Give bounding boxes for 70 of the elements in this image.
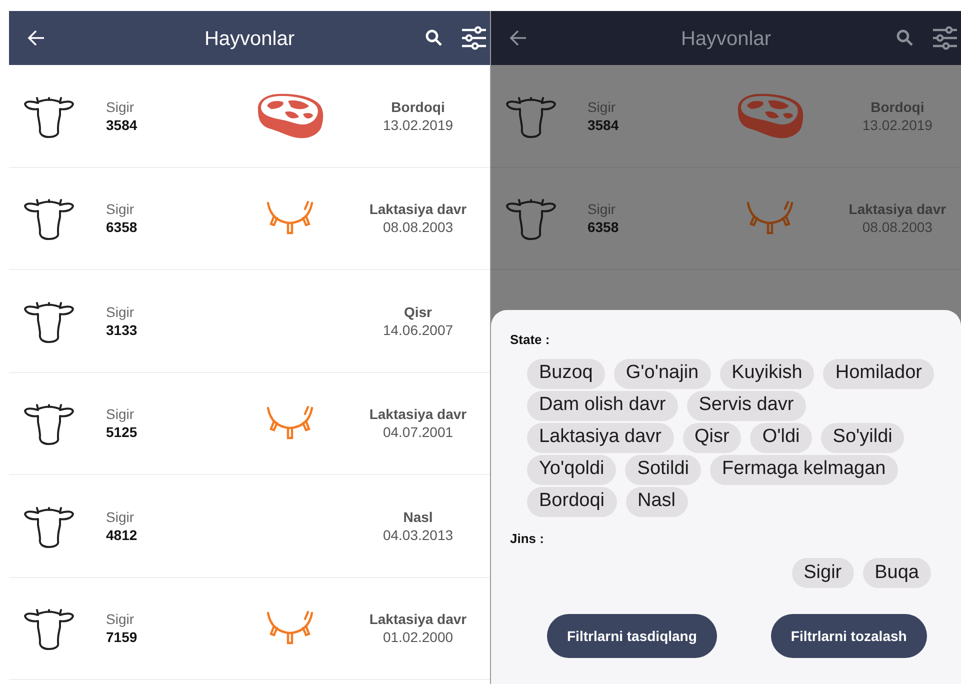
status-date: 13.02.2019 — [382, 116, 454, 134]
udder-icon — [746, 200, 794, 236]
filter-chip[interactable]: So'yildi — [820, 422, 904, 452]
filter-chip[interactable]: Dam olish davr — [527, 390, 678, 420]
filter-chip[interactable]: Sigir — [792, 558, 854, 588]
animal-type: Sigir — [106, 98, 136, 116]
status-date: 13.02.2019 — [862, 116, 932, 134]
status-date: 04.03.2013 — [382, 526, 454, 544]
filter-button[interactable]: Filtrlarni tasdiqlang — [547, 614, 717, 658]
animal-row[interactable]: Sigir 5125 Laktasiya davr 04.07.2001 — [9, 372, 490, 475]
filter-chip[interactable]: O'ldi — [750, 422, 812, 452]
filter-chip[interactable]: Buzoq — [527, 358, 605, 388]
animal-number: 5125 — [106, 423, 138, 442]
animal-status: Laktasiya davr — [369, 610, 467, 628]
animal-type: Sigir — [106, 508, 136, 526]
animal-type: Sigir — [106, 200, 136, 218]
udder-icon — [266, 200, 314, 236]
animal-number: 3584 — [587, 116, 620, 134]
search-icon[interactable] — [896, 29, 914, 47]
filter-chip[interactable]: Kuyikish — [720, 358, 814, 388]
status-date: 08.08.2003 — [862, 218, 932, 236]
animal-type: Sigir — [106, 610, 136, 628]
animal-status: Nasl — [403, 508, 433, 526]
animal-status: Qisr — [404, 302, 432, 321]
animal-status: Bordoqi — [870, 98, 924, 116]
animal-row[interactable]: Sigir 6358 Laktasiya davr 08.08.2003 — [491, 168, 961, 270]
filter-chip[interactable]: Sotildi — [625, 454, 702, 484]
filter-sliders-icon[interactable] — [461, 26, 487, 50]
animal-number: 6358 — [587, 218, 620, 236]
animal-type: Sigir — [106, 405, 136, 424]
animal-status: Laktasiya davr — [369, 405, 467, 424]
section-label: State : — [510, 331, 550, 349]
filter-chip[interactable]: Fermaga kelmagan — [710, 454, 898, 484]
status-date: 14.06.2007 — [382, 320, 454, 339]
filter-chip[interactable]: G'o'najin — [614, 358, 711, 388]
filter-chip[interactable]: Homilador — [823, 358, 934, 388]
filter-chip[interactable]: Bordoqi — [527, 486, 616, 516]
animal-number: 3584 — [106, 116, 138, 134]
udder-icon — [266, 405, 314, 442]
filter-chip[interactable]: Nasl — [626, 486, 688, 516]
back-arrow-icon[interactable] — [509, 29, 527, 47]
animal-row[interactable]: Sigir 7159 Laktasiya davr 01.02.2000 — [9, 578, 490, 680]
steak-icon — [255, 92, 325, 140]
animal-number: 7159 — [106, 628, 138, 646]
animal-type: Sigir — [587, 200, 616, 218]
animal-status: Laktasiya davr — [848, 200, 946, 218]
status-date: 01.02.2000 — [382, 628, 454, 646]
animal-status: Laktasiya davr — [369, 200, 467, 218]
section-label: Jins : — [510, 530, 544, 548]
animal-number: 3133 — [106, 320, 138, 339]
filter-chip[interactable]: Buqa — [862, 558, 931, 588]
animal-number: 4812 — [106, 526, 138, 544]
animal-row[interactable]: Sigir 6358 Laktasiya davr 08.08.2003 — [9, 168, 490, 270]
status-date: 08.08.2003 — [382, 218, 454, 236]
steak-icon — [735, 92, 806, 140]
animal-status: Bordoqi — [391, 98, 445, 116]
animal-type: Sigir — [106, 302, 136, 321]
filter-button[interactable]: Filtrlarni tozalash — [770, 614, 927, 658]
animal-type: Sigir — [587, 98, 616, 116]
search-icon[interactable] — [425, 29, 443, 47]
filter-sliders-icon[interactable] — [932, 26, 958, 50]
screen-title: Hayvonlar — [680, 27, 772, 52]
filter-chip[interactable]: Laktasiya davr — [527, 422, 674, 452]
filter-chip[interactable]: Qisr — [682, 422, 742, 452]
udder-icon — [266, 610, 314, 646]
filter-chip[interactable]: Servis davr — [686, 390, 806, 420]
animal-number: 6358 — [106, 218, 138, 236]
status-date: 04.07.2001 — [382, 423, 454, 442]
filter-chip[interactable]: Yo'qoldi — [527, 454, 616, 484]
screen-title: Hayvonlar — [204, 27, 295, 52]
